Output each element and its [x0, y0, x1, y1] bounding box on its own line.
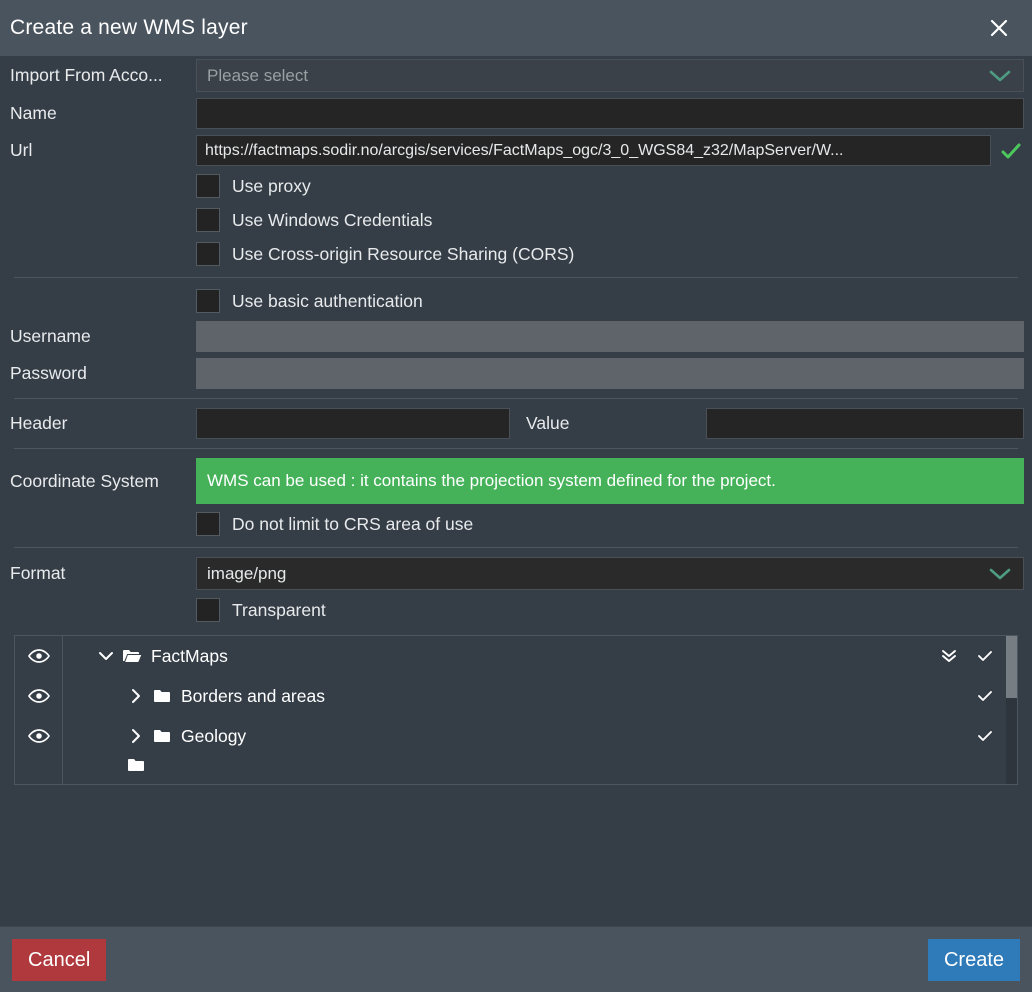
- double-chevron-down-icon[interactable]: [931, 648, 967, 664]
- format-row: Format image/png: [8, 554, 1024, 593]
- use-windows-credentials-checkbox[interactable]: [196, 208, 220, 232]
- use-proxy-checkbox[interactable]: [196, 174, 220, 198]
- use-basic-auth-label: Use basic authentication: [232, 290, 423, 311]
- use-proxy-row: Use proxy: [8, 169, 1024, 203]
- layer-tree-label: FactMaps: [151, 645, 228, 666]
- dialog-body: Import From Acco... Please select Name U…: [0, 56, 1032, 926]
- layer-tree-label: Geology: [181, 725, 247, 746]
- layer-tree-scrollbar[interactable]: [1006, 636, 1017, 784]
- transparent-label: Transparent: [232, 599, 326, 620]
- layer-tree-rows: FactMaps Borders and areas Geology: [63, 636, 1017, 784]
- name-label: Name: [10, 103, 57, 123]
- do-not-limit-crs-row: Do not limit to CRS area of use: [8, 507, 1024, 541]
- create-button[interactable]: Create: [927, 938, 1020, 981]
- use-cors-label: Use Cross-origin Resource Sharing (CORS): [232, 243, 575, 264]
- chevron-down-icon: [987, 68, 1013, 84]
- url-valid-check-icon: [999, 139, 1023, 163]
- chevron-down-icon[interactable]: [93, 650, 119, 662]
- folder-icon: [149, 688, 175, 704]
- eye-icon[interactable]: [15, 716, 62, 756]
- use-windows-credentials-label: Use Windows Credentials: [232, 209, 433, 230]
- do-not-limit-crs-checkbox[interactable]: [196, 512, 220, 536]
- divider-auth: [14, 277, 1018, 278]
- coordinate-system-row: Coordinate System WMS can be used : it c…: [8, 455, 1024, 507]
- use-basic-auth-row: Use basic authentication: [8, 284, 1024, 318]
- format-value: image/png: [207, 563, 287, 583]
- password-row: Password: [8, 355, 1024, 392]
- layer-tree-visibility-column: [15, 636, 63, 784]
- chevron-right-icon[interactable]: [123, 728, 149, 744]
- url-label: Url: [10, 140, 33, 160]
- cancel-button[interactable]: Cancel: [12, 938, 107, 981]
- value-label: Value: [526, 413, 570, 433]
- chevron-down-icon: [987, 566, 1013, 582]
- table-row[interactable]: Geology: [63, 716, 1017, 756]
- import-from-account-value: Please select: [207, 65, 309, 85]
- folder-open-icon: [119, 648, 145, 664]
- header-value-row: Header Value: [8, 405, 1024, 442]
- layer-tree-label: Borders and areas: [181, 685, 325, 706]
- check-icon[interactable]: [967, 648, 1003, 664]
- import-from-account-row: Import From Acco... Please select: [8, 56, 1024, 95]
- divider-format: [14, 547, 1018, 548]
- layer-tree-scrollbar-thumb[interactable]: [1006, 636, 1017, 698]
- close-icon[interactable]: [982, 11, 1016, 45]
- url-input[interactable]: [196, 135, 991, 166]
- chevron-right-icon[interactable]: [123, 688, 149, 704]
- eye-icon[interactable]: [15, 676, 62, 716]
- value-input[interactable]: [706, 408, 1024, 439]
- crs-status-banner: WMS can be used : it contains the projec…: [196, 458, 1024, 504]
- use-basic-auth-checkbox[interactable]: [196, 289, 220, 313]
- format-select[interactable]: image/png: [196, 557, 1024, 590]
- crs-status-text: WMS can be used : it contains the projec…: [207, 471, 776, 490]
- header-input[interactable]: [196, 408, 510, 439]
- wms-layer-dialog: Create a new WMS layer Import From Acco.…: [0, 0, 1032, 992]
- dialog-title: Create a new WMS layer: [10, 16, 248, 39]
- password-label: Password: [10, 363, 87, 383]
- use-cors-checkbox[interactable]: [196, 242, 220, 266]
- table-row[interactable]: [63, 756, 1017, 774]
- url-row: Url: [8, 132, 1024, 169]
- do-not-limit-crs-label: Do not limit to CRS area of use: [232, 513, 474, 534]
- use-proxy-label: Use proxy: [232, 175, 311, 196]
- format-label: Format: [10, 563, 66, 583]
- layer-tree: FactMaps Borders and areas Geology: [14, 635, 1018, 785]
- dialog-titlebar: Create a new WMS layer: [0, 0, 1032, 56]
- username-input: [196, 321, 1024, 352]
- dialog-footer: Cancel Create: [0, 926, 1032, 992]
- table-row[interactable]: Borders and areas: [63, 676, 1017, 716]
- transparent-row: Transparent: [8, 593, 1024, 627]
- import-from-account-label: Import From Acco...: [10, 65, 163, 85]
- divider-header: [14, 398, 1018, 399]
- coordinate-system-label: Coordinate System: [10, 470, 159, 491]
- username-row: Username: [8, 318, 1024, 355]
- divider-crs: [14, 448, 1018, 449]
- username-label: Username: [10, 326, 91, 346]
- name-input[interactable]: [196, 98, 1024, 129]
- folder-icon: [149, 728, 175, 744]
- transparent-checkbox[interactable]: [196, 598, 220, 622]
- use-windows-credentials-row: Use Windows Credentials: [8, 203, 1024, 237]
- name-row: Name: [8, 95, 1024, 132]
- check-icon[interactable]: [967, 728, 1003, 744]
- eye-icon[interactable]: [15, 636, 62, 676]
- password-input: [196, 358, 1024, 389]
- use-cors-row: Use Cross-origin Resource Sharing (CORS): [8, 237, 1024, 271]
- header-label: Header: [10, 413, 68, 433]
- folder-icon: [123, 757, 149, 773]
- import-from-account-select[interactable]: Please select: [196, 59, 1024, 92]
- table-row[interactable]: FactMaps: [63, 636, 1017, 676]
- check-icon[interactable]: [967, 688, 1003, 704]
